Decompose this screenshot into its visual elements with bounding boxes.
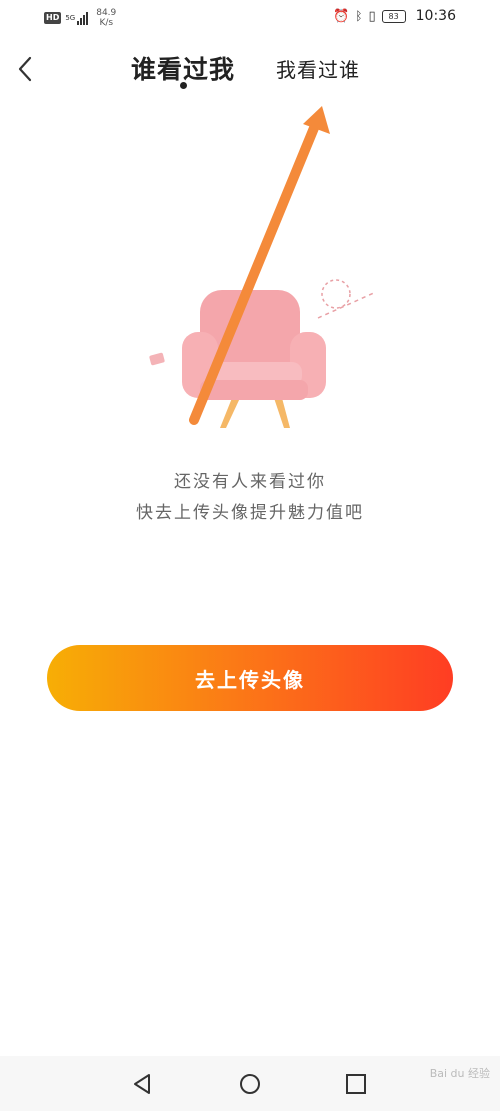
vibrate-icon: ▯ bbox=[368, 8, 376, 24]
tab-who-i-viewed[interactable]: 我看过谁 bbox=[276, 54, 360, 83]
network-speed-unit: K/s bbox=[99, 18, 114, 28]
empty-state-subtitle: 快去上传头像提升魅力值吧 bbox=[136, 503, 364, 523]
chevron-left-icon bbox=[18, 56, 32, 82]
network-speed: 84.9 K/s bbox=[96, 8, 116, 28]
network-speed-value: 84.9 bbox=[96, 8, 117, 18]
arrow-head-icon bbox=[303, 106, 330, 134]
signal-icon bbox=[77, 11, 89, 25]
system-nav-bar bbox=[0, 1056, 500, 1111]
nav-back-icon[interactable] bbox=[131, 1072, 155, 1096]
clock: 10:36 bbox=[415, 8, 456, 24]
alarm-icon: ⏰ bbox=[333, 8, 350, 24]
hd-icon: HD bbox=[44, 12, 62, 24]
small-pillow-decoration bbox=[149, 352, 165, 366]
back-button[interactable] bbox=[14, 54, 38, 84]
active-tab-indicator bbox=[180, 82, 187, 89]
tab-who-viewed-me[interactable]: 谁看过我 bbox=[131, 50, 235, 86]
empty-sofa-illustration bbox=[149, 279, 377, 428]
status-right: ⏰ ᛒ ▯ 83 10:36 bbox=[333, 8, 456, 24]
baidu-watermark: Bai du 经验 bbox=[429, 1067, 490, 1080]
empty-state-title: 还没有人来看过你 bbox=[174, 472, 326, 492]
annotation-arrow bbox=[189, 106, 330, 425]
upload-avatar-button[interactable]: 去上传头像 bbox=[47, 645, 453, 711]
status-left: HD 5G 84.9 K/s bbox=[44, 8, 116, 28]
dashed-circle-decoration bbox=[321, 279, 351, 309]
sofa-base bbox=[200, 380, 308, 400]
bluetooth-icon: ᛒ bbox=[355, 9, 363, 23]
nav-recents-icon[interactable] bbox=[344, 1072, 368, 1096]
upload-avatar-label: 去上传头像 bbox=[195, 667, 305, 692]
nav-home-icon[interactable] bbox=[238, 1072, 262, 1096]
header: 谁看过我 我看过谁 bbox=[0, 40, 500, 100]
battery-icon: 83 bbox=[381, 9, 406, 23]
status-bar: HD 5G 84.9 K/s ⏰ ᛒ ▯ 83 10:36 bbox=[0, 0, 500, 34]
network-generation: 5G bbox=[65, 13, 76, 22]
